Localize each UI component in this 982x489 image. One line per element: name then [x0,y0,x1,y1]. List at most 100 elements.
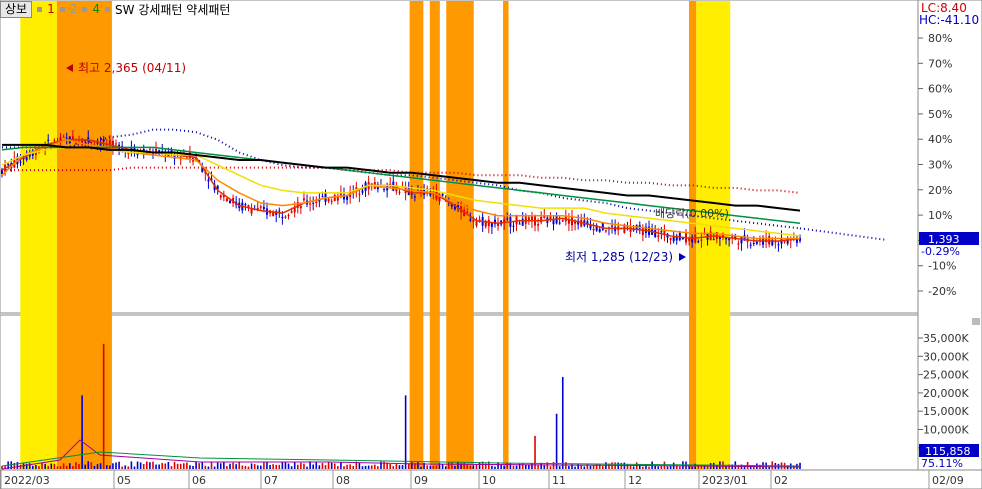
date-tick-label: 09 [414,474,428,487]
candle-body [108,139,111,145]
volume-bar [377,466,379,469]
panel-close-icon[interactable] [972,318,980,325]
volume-bar [216,462,219,469]
pattern-band-4 [446,1,474,469]
candle-body [312,202,315,204]
candle-body [148,148,151,150]
volume-bar [201,462,204,469]
candle-body [361,190,364,193]
candle-body [358,193,361,195]
date-tick-label: 2022/03 [4,474,50,487]
date-tick-label: 06 [192,474,206,487]
candle-body [783,241,786,243]
candle-body [90,141,93,143]
candle-body [281,216,284,219]
volume-bar [56,466,59,469]
indicator-check-icon[interactable] [105,6,111,12]
pattern-band-0 [20,1,57,469]
candle-body [672,237,675,242]
candle-body [287,215,290,217]
volume-bar [266,461,268,469]
volume-bar [303,463,305,469]
volume-bar [75,462,77,469]
volume-bar [192,465,194,469]
volume-bar [155,464,157,469]
candle-body [475,221,478,226]
volume-bar [306,466,308,469]
candle-body [229,200,231,203]
volume-bar [25,463,28,469]
volume-bar [250,463,253,469]
candle-body [521,218,524,226]
stock-chart[interactable]: 80%70%60%50%40%30%20%10%0%-10%-20% 35,00… [0,0,982,489]
candle-body [53,140,56,142]
volume-bar [121,466,123,469]
volume-bar [370,465,373,469]
candle-body [558,222,561,224]
volume-bar [364,465,367,469]
candle-body [47,139,50,141]
date-tick-label: 07 [264,474,278,487]
candle-body [321,196,324,198]
ma-button-1[interactable]: 1 [47,2,55,16]
volume-bar [62,463,65,469]
volume-bar [84,464,86,469]
volume-bar [47,465,50,469]
volume-bar [367,465,370,469]
volume-bar [398,465,401,469]
volume-bar [629,465,632,469]
volume-bar [515,465,518,469]
volume-bar [432,465,435,469]
volume-bar [50,463,53,469]
ma-check-4-icon[interactable] [82,6,88,12]
volume-bar [102,343,105,469]
date-tick-label: 02 [774,474,788,487]
volume-tick-label: 15,000K [923,405,969,418]
volume-bar [463,462,465,469]
volume-bar [247,466,250,469]
volume-bar [127,466,130,469]
price-tick-label: 60% [928,83,952,96]
candle-body [290,211,293,213]
price-tick-label: 40% [928,133,952,146]
candle-body [657,235,660,237]
volume-bar [417,462,419,469]
volume-bar [272,464,274,469]
candle-body [469,219,472,221]
candle-body [490,223,493,227]
candle-body [768,236,771,245]
volume-tick-label: 25,000K [923,369,969,382]
volume-bar [186,462,188,469]
candle-body [244,204,247,206]
candle-body [737,243,740,245]
volume-bar [549,466,552,469]
volume-bar [451,462,453,469]
volume-bar [457,461,459,469]
candle-body [654,229,657,238]
volume-bar [152,461,154,469]
volume-bar [232,462,234,469]
volume-bar [167,461,170,469]
candle-body [250,208,253,214]
candle-body [441,193,444,196]
volume-bar [124,465,127,469]
volume-bar [38,466,40,469]
ma-check-2-icon[interactable] [59,6,65,12]
volume-bar [706,466,709,469]
ma-button-2[interactable]: 2 [70,2,78,16]
tab-label[interactable]: 상보 [0,0,33,18]
pattern-band-3 [429,1,440,469]
candle-body [669,237,672,240]
date-tick-label: 05 [117,474,131,487]
candle-body [299,206,302,209]
price-tick-label: 30% [928,159,952,172]
volume-bar [752,466,755,469]
ma-button-4[interactable]: 4 [92,2,100,16]
candle-body [71,136,74,140]
volume-bar [207,466,210,469]
volume-bar [130,461,133,469]
candle-body [611,225,614,227]
ma-check-1-icon[interactable] [37,6,43,12]
price-tick-label: 10% [928,209,952,222]
volume-bar [574,466,576,469]
